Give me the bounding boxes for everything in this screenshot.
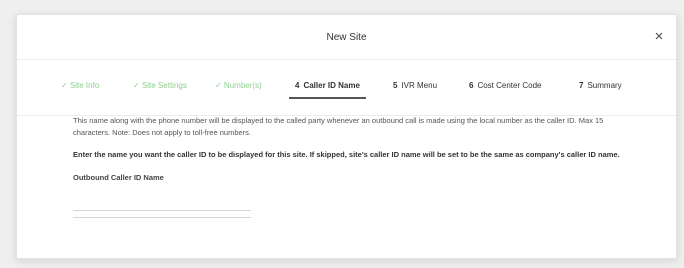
step-number: 4: [295, 81, 300, 90]
step-label: ✓ Site Settings: [133, 81, 187, 90]
close-icon[interactable]: [652, 29, 666, 43]
step-content: This name along with the phone number wi…: [73, 115, 633, 218]
step-number: 7: [579, 81, 584, 90]
step-ivr-menu[interactable]: 5 IVR Menu: [393, 75, 437, 97]
step-site-settings[interactable]: ✓ Site Settings: [133, 75, 187, 97]
dialog-title: New Site: [326, 32, 367, 43]
caller-id-description: This name along with the phone number wi…: [73, 116, 604, 137]
wizard-steps: ✓ Site Info ✓ Site Settings ✓ Number(s) …: [17, 59, 676, 116]
step-number: 6: [469, 81, 474, 90]
dialog-header: New Site: [17, 15, 676, 60]
step-label: ✓ Site Info: [61, 81, 100, 90]
step-summary[interactable]: 7 Summary: [579, 75, 622, 97]
new-site-dialog: New Site ✓ Site Info ✓ Site Settings ✓ N…: [16, 14, 677, 259]
step-label: ✓ Number(s): [215, 81, 262, 90]
step-label: Summary: [587, 81, 622, 90]
step-cost-center-code[interactable]: 6 Cost Center Code: [469, 75, 541, 97]
step-site-info[interactable]: ✓ Site Info: [61, 75, 99, 97]
outbound-caller-id-input[interactable]: [73, 192, 251, 211]
caller-id-instruction: Enter the name you want the caller ID to…: [73, 150, 620, 159]
input-underline: [73, 217, 251, 218]
step-label: IVR Menu: [401, 81, 438, 90]
step-caller-id-name[interactable]: 4 Caller ID Name: [289, 75, 366, 99]
step-label: Cost Center Code: [477, 81, 542, 90]
step-numbers[interactable]: ✓ Number(s): [215, 75, 262, 97]
step-number: 5: [393, 81, 398, 90]
step-label: Caller ID Name: [303, 81, 360, 90]
outbound-caller-id-label: Outbound Caller ID Name: [73, 173, 164, 182]
